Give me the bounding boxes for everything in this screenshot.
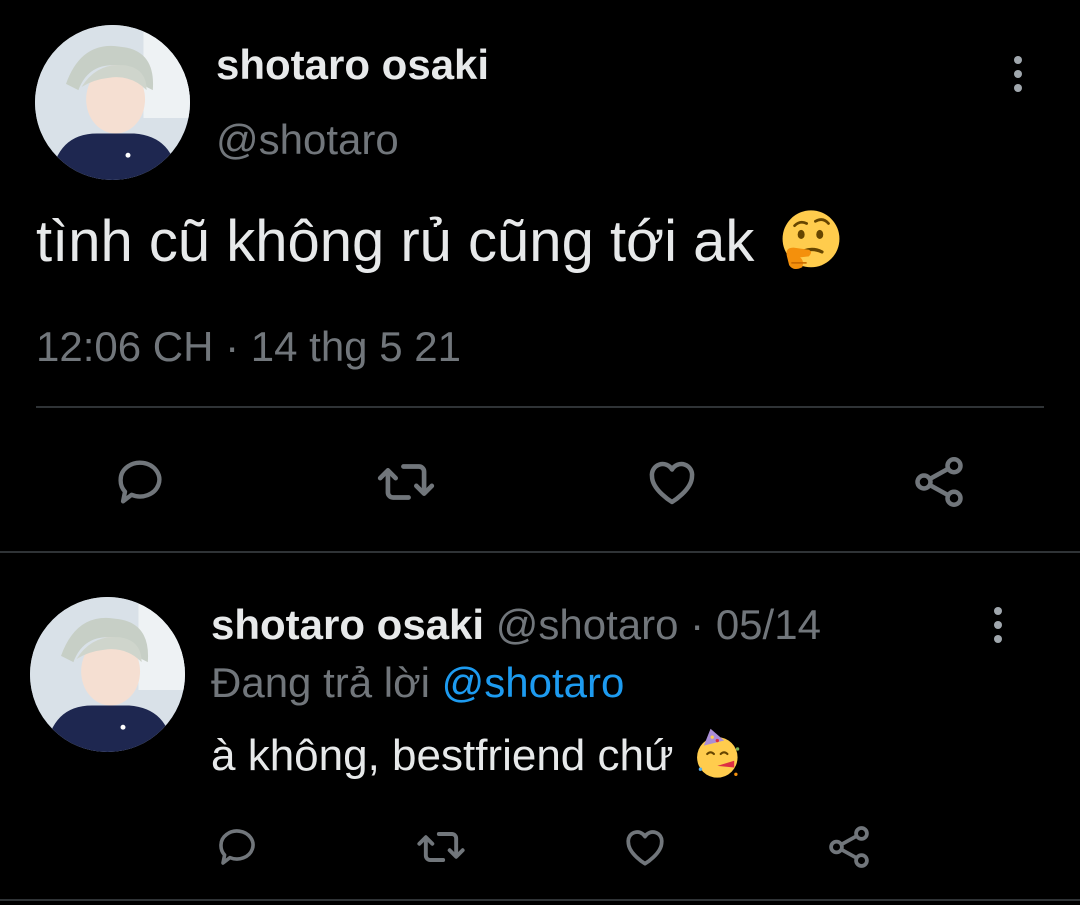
reply-date[interactable]: · 05/14 xyxy=(690,601,821,648)
reply-share-button[interactable] xyxy=(822,820,876,874)
reply-button[interactable] xyxy=(108,450,172,514)
retweet-icon xyxy=(417,832,465,862)
reply-retweet-button[interactable] xyxy=(414,820,468,874)
reply-text: à không, bestfriend chứ xyxy=(211,728,746,784)
divider xyxy=(36,406,1044,408)
share-button[interactable] xyxy=(907,450,971,514)
more-options-icon[interactable] xyxy=(1012,56,1024,92)
share-icon xyxy=(915,457,963,507)
reply-icon xyxy=(118,460,162,504)
reply-avatar[interactable] xyxy=(30,597,185,752)
share-icon xyxy=(829,826,869,868)
section-divider xyxy=(0,551,1080,553)
reply-display-name[interactable]: shotaro osaki xyxy=(211,601,484,648)
tweet-text-content: tình cũ không rủ cũng tới ak xyxy=(36,209,755,274)
replying-to-line: Đang trả lời @shotaro xyxy=(211,658,624,708)
tweet-timestamp[interactable]: 12:06 CH · 14 thg 5 21 xyxy=(36,322,461,372)
reply-reply-button[interactable] xyxy=(210,820,264,874)
bottom-divider xyxy=(0,899,1080,901)
replying-to-link[interactable]: @shotaro xyxy=(442,659,625,706)
like-icon xyxy=(626,830,664,866)
reply-text-content: à không, bestfriend chứ xyxy=(211,731,674,780)
like-icon xyxy=(649,461,695,505)
reply-icon xyxy=(219,829,255,865)
reply-more-options-icon[interactable] xyxy=(992,607,1004,643)
retweet-button[interactable] xyxy=(374,450,438,514)
avatar[interactable] xyxy=(35,25,190,180)
thinking-face-icon xyxy=(783,210,840,269)
replying-to-label: Đang trả lời xyxy=(211,659,430,706)
like-button[interactable] xyxy=(640,450,704,514)
reply-like-button[interactable] xyxy=(618,820,672,874)
user-handle[interactable]: @shotaro xyxy=(216,115,399,165)
reply-user-handle[interactable]: @shotaro xyxy=(496,601,679,648)
reply-header: shotaro osaki @shotaro · 05/14 xyxy=(211,600,821,650)
retweet-icon xyxy=(377,464,435,500)
avatar-image xyxy=(30,597,185,752)
tweet-text: tình cũ không rủ cũng tới ak xyxy=(36,208,846,276)
avatar-image xyxy=(35,25,190,180)
partying-face-icon xyxy=(696,729,739,778)
display-name[interactable]: shotaro osaki xyxy=(216,40,489,90)
